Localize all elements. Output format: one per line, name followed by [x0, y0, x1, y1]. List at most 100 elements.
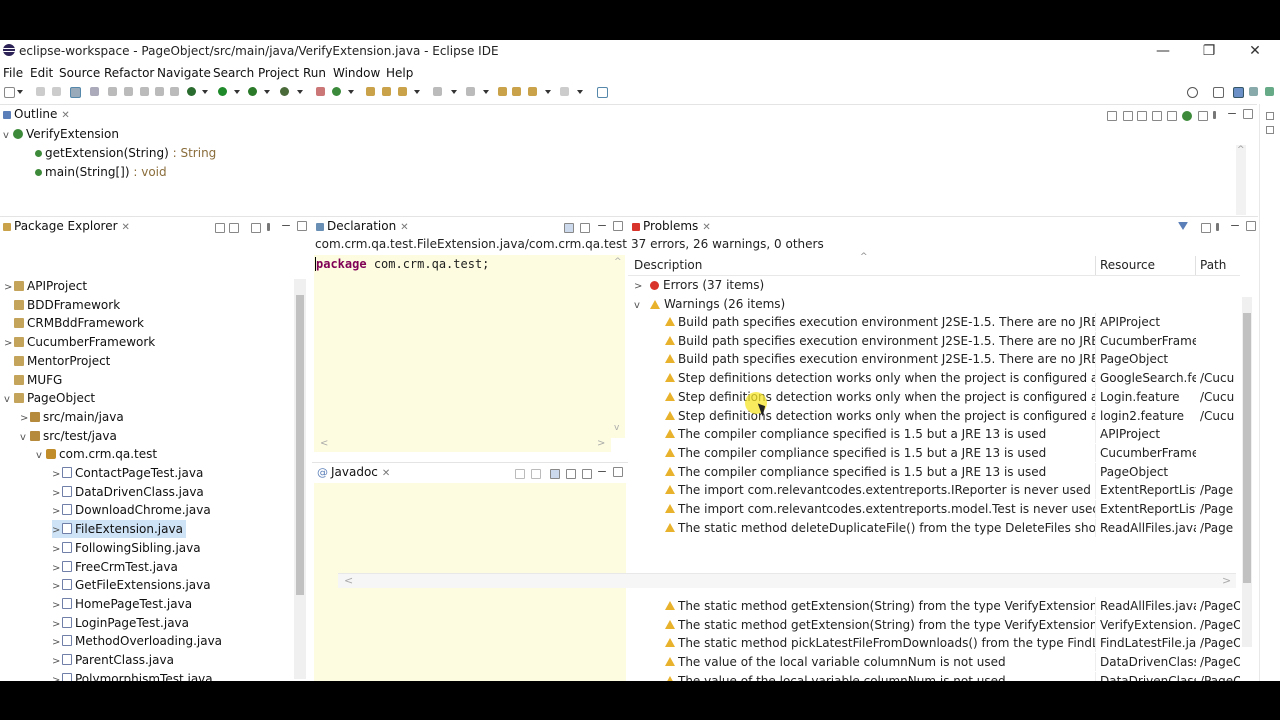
open-task-icon[interactable] [382, 87, 391, 96]
group-warnings[interactable]: v Warnings (26 items) [634, 295, 785, 313]
scroll-right-icon[interactable]: > [1222, 574, 1231, 587]
scroll-up-icon[interactable]: ^ [614, 257, 622, 267]
package-explorer-item[interactable]: > CucumberFramework [4, 333, 155, 351]
debug-icon[interactable] [187, 87, 196, 96]
problem-row[interactable]: The compiler compliance specified is 1.5… [628, 462, 1240, 481]
maximize-declaration-icon[interactable] [613, 221, 623, 231]
collapse-icon[interactable]: v [634, 297, 644, 313]
maximize-package-explorer-icon[interactable] [297, 221, 307, 231]
tasks-icon[interactable] [1266, 126, 1274, 134]
menu-navigate[interactable]: Navigate [157, 66, 211, 80]
back-icon[interactable] [515, 469, 525, 479]
menu-search[interactable]: Search [213, 66, 254, 80]
pin-editor-icon[interactable] [597, 87, 608, 98]
open-input-icon[interactable] [580, 223, 590, 233]
outline-item-main[interactable]: main(String[]) : void [35, 163, 167, 181]
back-dropdown-icon[interactable] [545, 90, 551, 94]
problem-row[interactable]: Build path specifies execution environme… [628, 331, 1240, 350]
expand-icon[interactable]: > [52, 522, 62, 538]
package-explorer-item[interactable]: MUFG [4, 371, 62, 389]
run-icon[interactable] [218, 87, 227, 96]
annotation-dropdown-icon[interactable] [451, 90, 457, 94]
problem-row[interactable]: The static method deleteDuplicateFile() … [628, 518, 1240, 537]
git-perspective-icon[interactable] [1265, 87, 1274, 96]
package-explorer-item[interactable]: > FreeCrmTest.java [52, 558, 178, 576]
package-explorer-item[interactable]: > GetFileExtensions.java [52, 576, 211, 594]
debug-perspective-icon[interactable] [1249, 87, 1258, 96]
new-java-project-icon[interactable] [316, 87, 325, 96]
maximize-outline-icon[interactable] [1243, 109, 1253, 119]
collapse-all-icon[interactable] [215, 223, 225, 233]
package-explorer-item[interactable]: > PolymorphismTest.java [52, 670, 213, 681]
forward-dropdown-icon[interactable] [577, 90, 583, 94]
tab-package-explorer[interactable]: Package Explorer ✕ [3, 219, 130, 239]
outline-scrollbar[interactable]: ^ [1236, 145, 1246, 215]
problem-row[interactable]: Build path specifies execution environme… [628, 313, 1240, 331]
package-explorer-item[interactable]: > FollowingSibling.java [52, 539, 201, 557]
tab-declaration[interactable]: Declaration ✕ [316, 219, 409, 239]
toggle-mark-icon[interactable] [70, 87, 81, 98]
scroll-right-icon[interactable]: > [597, 438, 605, 449]
menu-run[interactable]: Run [303, 66, 326, 80]
sort-icon[interactable] [1123, 111, 1133, 121]
problem-row[interactable]: Step definitions detection works only wh… [628, 369, 1240, 388]
link-icon[interactable] [550, 469, 560, 479]
package-explorer-item[interactable]: > FileExtension.java [52, 520, 186, 539]
prev-annotation-dropdown-icon[interactable] [483, 90, 489, 94]
close-outline-icon[interactable]: ✕ [61, 110, 69, 121]
expand-icon[interactable]: > [52, 634, 62, 650]
package-explorer-item[interactable]: > DownloadChrome.java [52, 501, 211, 519]
scroll-left-icon[interactable]: < [344, 574, 353, 587]
menu-project[interactable]: Project [258, 66, 299, 80]
new-icon[interactable] [4, 87, 15, 98]
package-explorer-item[interactable]: MentorProject [4, 352, 110, 370]
prev-annotation-icon[interactable] [466, 87, 475, 96]
problem-row[interactable]: The import com.relevantcodes.extentrepor… [628, 500, 1240, 518]
package-explorer-item[interactable]: > src/main/java [20, 408, 124, 426]
problem-row[interactable]: The static method getExtension(String) f… [628, 597, 1240, 615]
minimize-package-explorer-icon[interactable] [282, 225, 290, 226]
open-attached-javadoc-icon[interactable] [566, 469, 576, 479]
minimize-outline-icon[interactable] [1228, 113, 1236, 114]
expand-icon[interactable]: > [52, 578, 62, 594]
menu-source[interactable]: Source [59, 66, 100, 80]
close-problems-icon[interactable]: ✕ [702, 222, 710, 233]
expand-icon[interactable]: > [52, 560, 62, 576]
search-dropdown-icon[interactable] [414, 90, 420, 94]
minimize-button[interactable]: — [1140, 40, 1186, 63]
last-edit2-icon[interactable] [512, 87, 521, 96]
column-divider[interactable] [1195, 256, 1196, 275]
show-whitespace-icon[interactable] [170, 87, 179, 96]
external-tools-icon[interactable] [280, 87, 289, 96]
view-menu-icon[interactable] [267, 223, 270, 231]
link-icon[interactable] [564, 223, 574, 233]
collapse-icon[interactable]: v [4, 391, 14, 407]
expand-icon[interactable]: > [52, 672, 62, 681]
save-all-icon[interactable] [52, 87, 61, 96]
expand-icon[interactable]: > [52, 485, 62, 501]
save-icon[interactable] [36, 87, 45, 96]
collapse-icon[interactable]: v [20, 429, 30, 445]
close-package-explorer-icon[interactable]: ✕ [122, 222, 130, 233]
scrollbar-thumb[interactable] [296, 295, 304, 595]
last-edit-icon[interactable] [498, 87, 507, 96]
forward-icon[interactable] [531, 469, 541, 479]
hide-static-icon[interactable] [1152, 111, 1162, 121]
problem-row[interactable]: The static method pickLatestFileFromDown… [628, 634, 1240, 653]
maximize-button[interactable]: ❐ [1186, 40, 1232, 63]
menu-refactor[interactable]: Refactor [104, 66, 154, 80]
search-tool-icon[interactable] [398, 87, 407, 96]
problem-row[interactable]: Step definitions detection works only wh… [628, 387, 1240, 406]
menu-edit[interactable]: Edit [30, 66, 53, 80]
expand-icon[interactable]: > [52, 616, 62, 632]
package-explorer-item[interactable]: v com.crm.qa.test [36, 445, 157, 463]
external-tools-dropdown-icon[interactable] [297, 90, 303, 94]
package-explorer-item[interactable]: BDDFramework [4, 296, 120, 314]
package-explorer-item[interactable]: > APIProject [4, 277, 87, 295]
new-class-dropdown-icon[interactable] [348, 90, 354, 94]
menu-help[interactable]: Help [386, 66, 413, 80]
declaration-vscroll[interactable]: ^ v [611, 255, 625, 438]
package-explorer-item[interactable]: > LoginPageTest.java [52, 614, 189, 632]
restore-icon[interactable] [1266, 112, 1274, 120]
view-menu-icon[interactable] [1213, 111, 1216, 119]
